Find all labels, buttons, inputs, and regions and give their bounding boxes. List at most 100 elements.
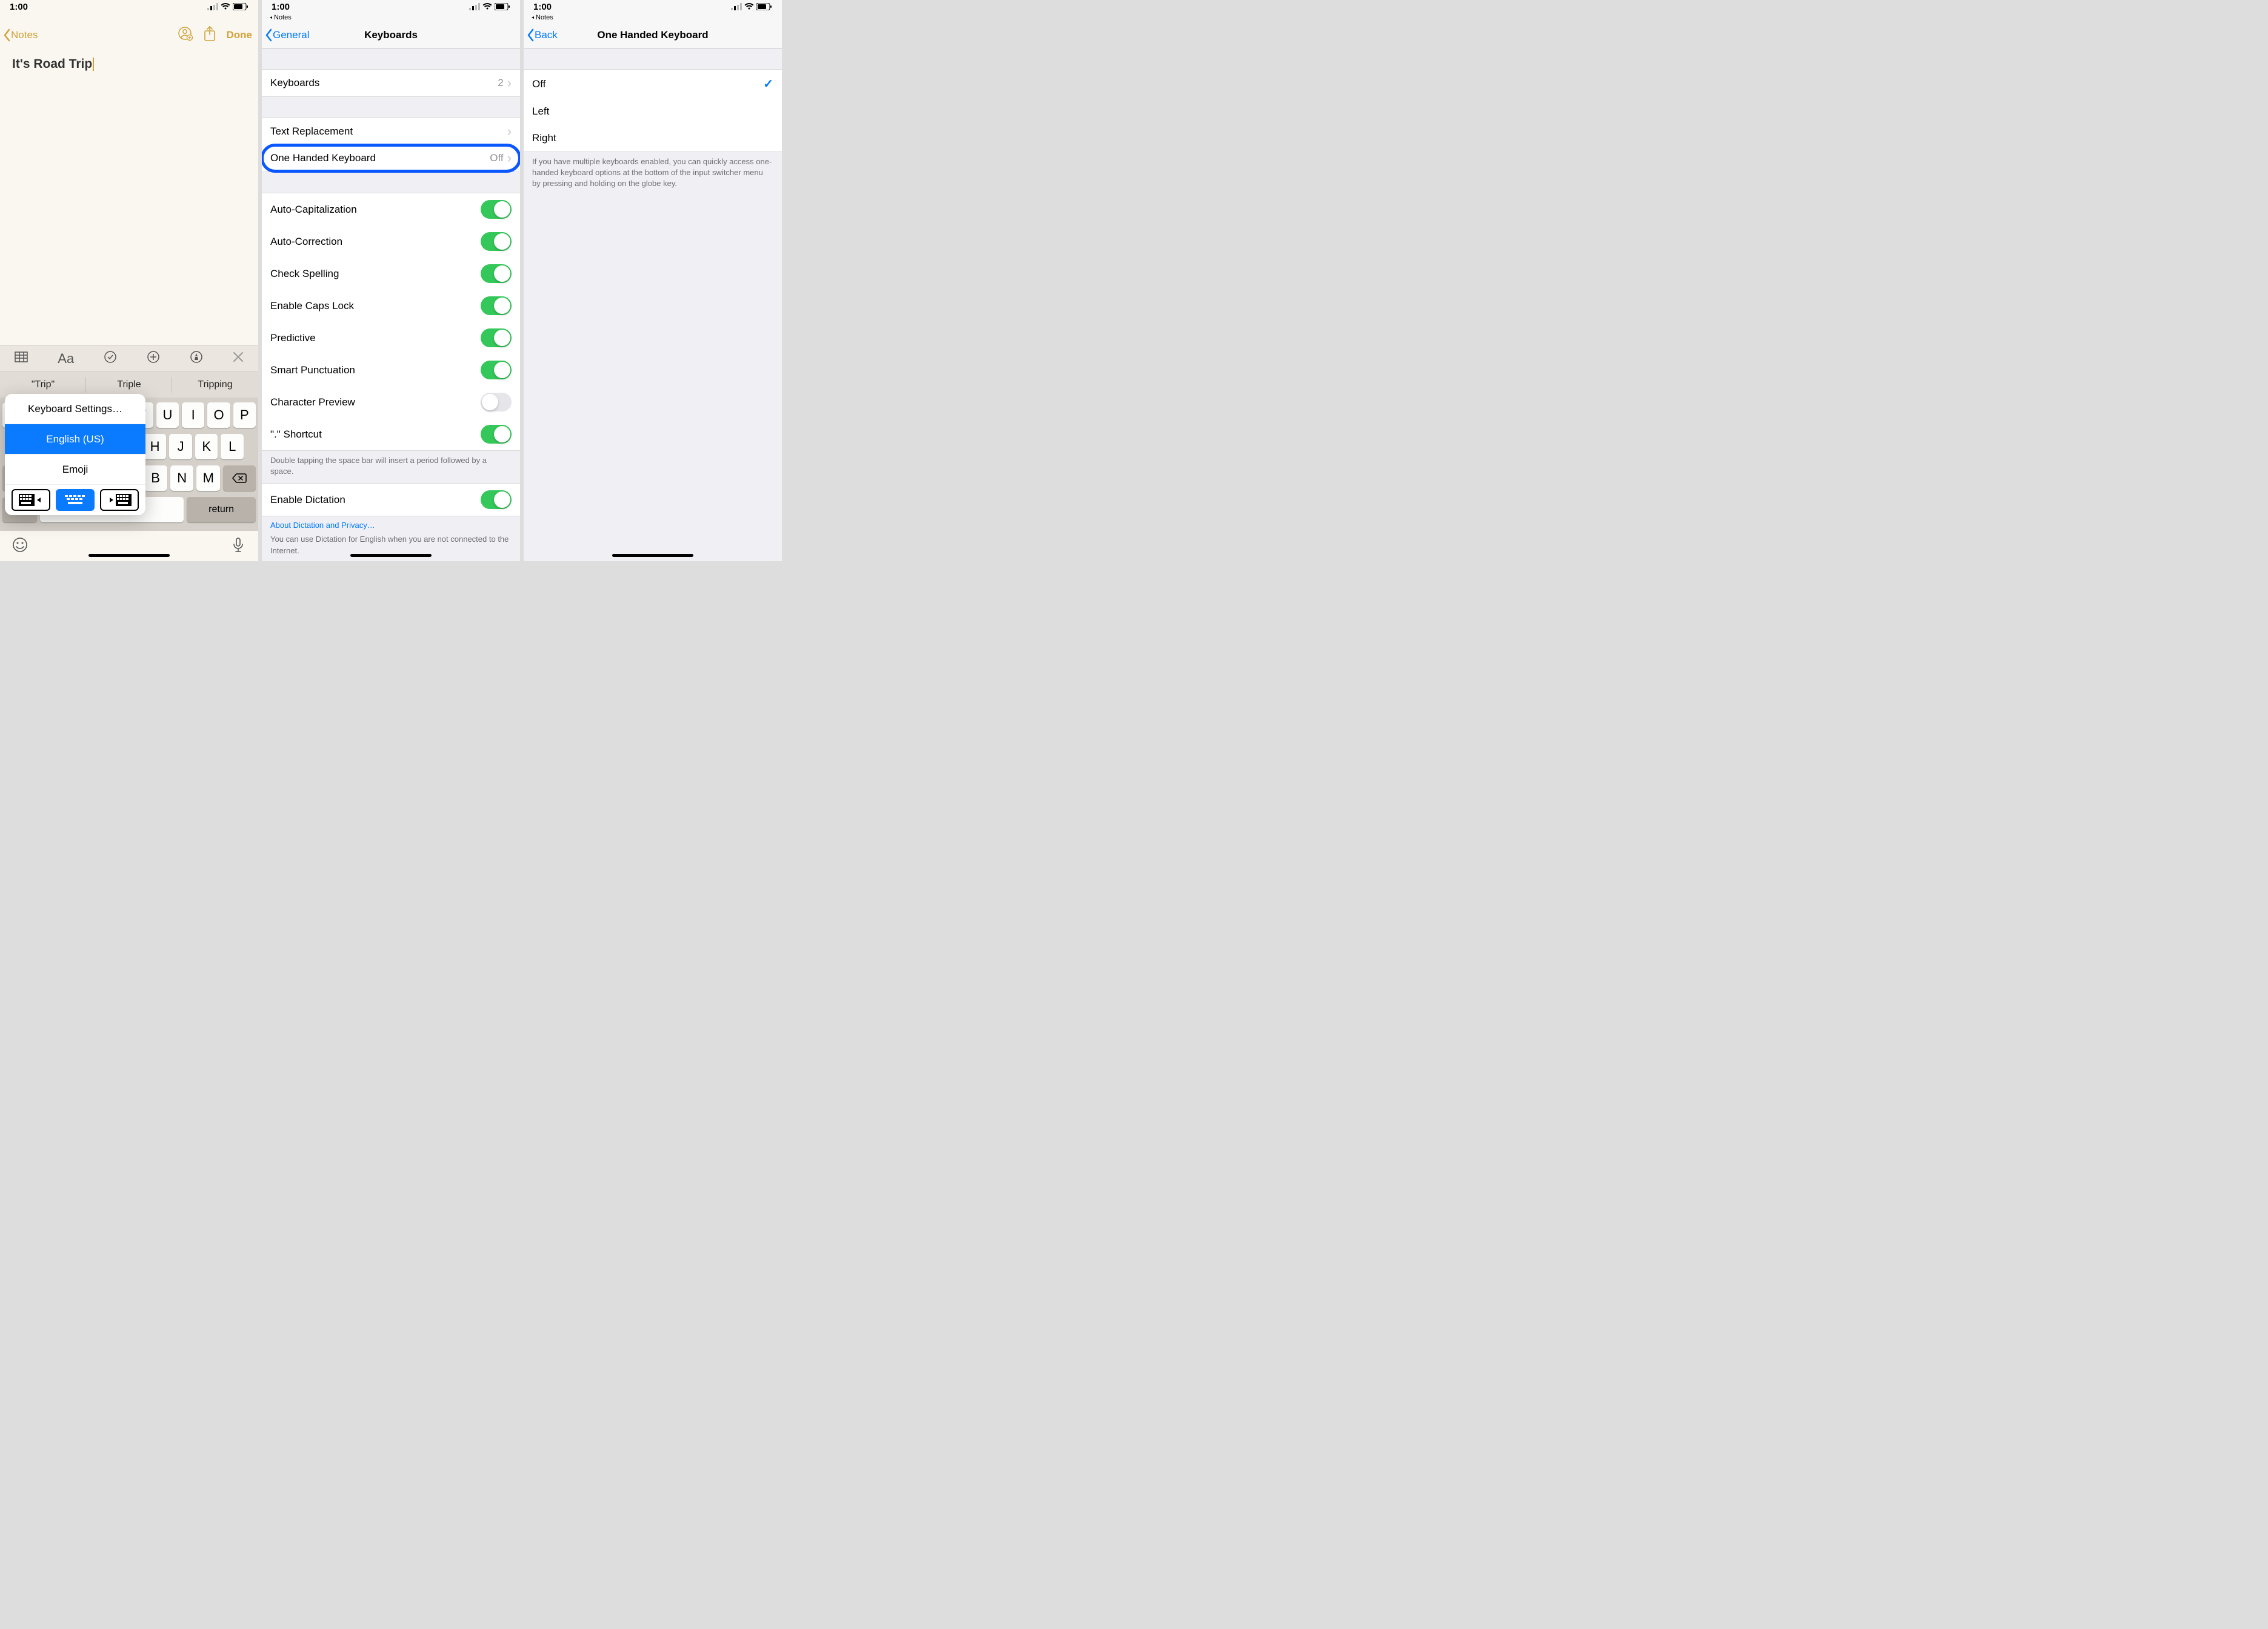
chevron-right-icon: › xyxy=(507,125,512,138)
phone-keyboards-settings: 1:00 Notes General Keyboards Keyboards 2… xyxy=(262,0,520,561)
key-j[interactable]: J xyxy=(169,434,192,459)
add-icon[interactable] xyxy=(147,350,160,367)
row-dot-shortcut[interactable]: "." Shortcut xyxy=(262,418,520,450)
notes-format-toolbar: Aa xyxy=(0,345,258,372)
row-dictation[interactable]: Enable Dictation xyxy=(262,484,520,516)
status-bar: 1:00 xyxy=(524,0,782,13)
toggle[interactable] xyxy=(481,200,512,219)
settings-list[interactable]: Keyboards 2› Text Replacement › One Hand… xyxy=(262,48,520,561)
key-h[interactable]: H xyxy=(144,434,167,459)
breadcrumb-return[interactable]: Notes xyxy=(262,13,520,22)
chevron-right-icon: › xyxy=(507,76,512,90)
home-indicator[interactable] xyxy=(88,554,170,557)
status-icons xyxy=(731,3,772,10)
footer-explanation: If you have multiple keyboards enabled, … xyxy=(524,152,782,196)
dictation-icon[interactable] xyxy=(230,537,246,556)
back-label: Notes xyxy=(11,29,38,41)
text-style-button[interactable]: Aa xyxy=(58,351,74,367)
emoji-icon[interactable] xyxy=(12,537,28,556)
status-time: 1:00 xyxy=(10,2,28,12)
toggle[interactable] xyxy=(481,264,512,283)
checklist-icon[interactable] xyxy=(104,350,117,367)
add-person-icon[interactable] xyxy=(178,27,193,44)
key-b[interactable]: B xyxy=(144,465,167,491)
key-k[interactable]: K xyxy=(195,434,218,459)
option-left[interactable]: Left xyxy=(524,98,782,125)
status-bar: 1:00 xyxy=(0,0,258,13)
key-n[interactable]: N xyxy=(170,465,194,491)
row-predictive[interactable]: Predictive xyxy=(262,322,520,354)
key-return[interactable]: return xyxy=(187,497,256,522)
note-title: It's Road Trip xyxy=(12,57,92,71)
link-dictation-privacy[interactable]: About Dictation and Privacy… xyxy=(262,516,520,530)
chevron-right-icon: › xyxy=(507,152,512,165)
key-o[interactable]: O xyxy=(207,402,230,428)
phone-one-handed: 1:00 Notes Back One Handed Keyboard Off … xyxy=(524,0,782,561)
row-one-handed[interactable]: One Handed Keyboard Off› xyxy=(262,145,520,172)
nav-title: Keyboards xyxy=(364,29,418,41)
layout-full-button[interactable] xyxy=(56,489,95,511)
back-button[interactable]: Notes xyxy=(2,28,38,42)
toggle[interactable] xyxy=(481,393,512,411)
status-icons xyxy=(469,3,510,10)
note-content[interactable]: It's Road Trip xyxy=(0,48,258,345)
status-time: 1:00 xyxy=(533,2,552,12)
key-m[interactable]: M xyxy=(196,465,220,491)
row-auto-cap[interactable]: Auto-Capitalization xyxy=(262,193,520,225)
popup-layout-row xyxy=(5,485,145,515)
toggle[interactable] xyxy=(481,361,512,379)
row-auto-corr[interactable]: Auto-Correction xyxy=(262,225,520,258)
breadcrumb-return[interactable]: Notes xyxy=(524,13,782,22)
row-smart-punc[interactable]: Smart Punctuation xyxy=(262,354,520,386)
status-bar: 1:00 xyxy=(262,0,520,13)
row-spell[interactable]: Check Spelling xyxy=(262,258,520,290)
nav-bar: General Keyboards xyxy=(262,22,520,48)
close-icon[interactable] xyxy=(233,351,244,366)
toggle[interactable] xyxy=(481,232,512,251)
home-indicator[interactable] xyxy=(350,554,432,557)
back-button[interactable]: General xyxy=(264,28,309,42)
check-icon: ✓ xyxy=(763,76,773,92)
back-label: General xyxy=(273,29,309,41)
nav-title: One Handed Keyboard xyxy=(597,29,708,41)
settings-list[interactable]: Off ✓ Left Right If you have multiple ke… xyxy=(524,48,782,561)
home-indicator[interactable] xyxy=(612,554,693,557)
option-off[interactable]: Off ✓ xyxy=(524,70,782,98)
status-icons xyxy=(207,3,248,10)
toggle[interactable] xyxy=(481,425,512,444)
popup-emoji[interactable]: Emoji xyxy=(5,455,145,485)
popup-keyboard-settings[interactable]: Keyboard Settings… xyxy=(5,394,145,424)
back-label: Back xyxy=(535,29,558,41)
nav-bar: Back One Handed Keyboard xyxy=(524,22,782,48)
layout-left-button[interactable] xyxy=(12,489,50,511)
key-l[interactable]: L xyxy=(221,434,244,459)
option-right[interactable]: Right xyxy=(524,125,782,152)
wifi-icon xyxy=(221,3,230,10)
key-u[interactable]: U xyxy=(156,402,179,428)
layout-right-button[interactable] xyxy=(100,489,139,511)
nav-bar-notes: Notes Done xyxy=(0,22,258,48)
footer-doubletap: Double tapping the space bar will insert… xyxy=(262,451,520,483)
markup-icon[interactable] xyxy=(190,350,203,367)
row-keyboards[interactable]: Keyboards 2› xyxy=(262,70,520,96)
toggle[interactable] xyxy=(481,296,512,315)
key-i[interactable]: I xyxy=(182,402,204,428)
toggle[interactable] xyxy=(481,328,512,347)
key-backspace[interactable] xyxy=(223,465,256,491)
table-icon[interactable] xyxy=(15,351,28,366)
toggle[interactable] xyxy=(481,490,512,509)
row-text-replacement[interactable]: Text Replacement › xyxy=(262,118,520,145)
battery-icon xyxy=(233,3,248,10)
nav-actions: Done xyxy=(178,26,253,45)
status-time: 1:00 xyxy=(272,2,290,12)
share-icon[interactable] xyxy=(204,26,216,45)
popup-english[interactable]: English (US) xyxy=(5,424,145,455)
phone-notes: 1:00 Notes Done It's Road Trip Aa xyxy=(0,0,258,561)
back-button[interactable]: Back xyxy=(526,28,558,42)
row-char-preview[interactable]: Character Preview xyxy=(262,386,520,418)
key-p[interactable]: P xyxy=(233,402,256,428)
row-caps[interactable]: Enable Caps Lock xyxy=(262,290,520,322)
prediction-3[interactable]: Tripping xyxy=(172,372,258,398)
done-button[interactable]: Done xyxy=(227,29,253,41)
chevron-left-icon xyxy=(2,28,11,42)
